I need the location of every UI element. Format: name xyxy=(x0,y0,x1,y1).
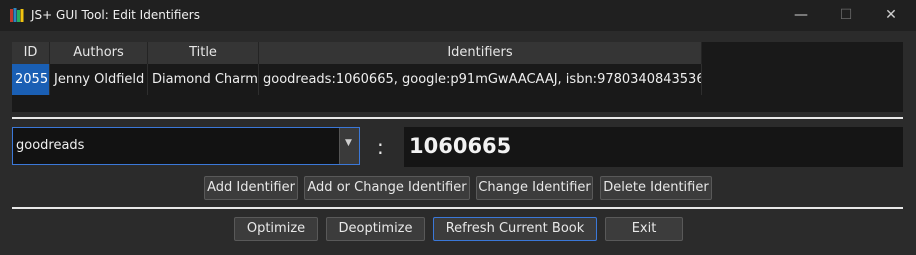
column-header-authors[interactable]: Authors xyxy=(50,42,148,64)
change-identifier-button[interactable]: Change Identifier xyxy=(476,176,593,200)
column-header-identifiers[interactable]: Identifiers xyxy=(259,42,702,64)
identifier-type-combobox[interactable]: goodreads ▼ xyxy=(12,127,360,165)
window-title: JS+ GUI Tool: Edit Identifiers xyxy=(31,8,200,22)
cell-id[interactable]: 2055 xyxy=(12,64,50,95)
chevron-down-icon: ▼ xyxy=(345,138,352,148)
divider-top xyxy=(12,117,903,119)
cell-identifiers[interactable]: goodreads:1060665, google:p91mGwAACAAJ, … xyxy=(259,64,702,95)
add-identifier-button[interactable]: Add Identifier xyxy=(204,176,298,200)
refresh-current-book-button[interactable]: Refresh Current Book xyxy=(433,217,597,241)
table-row[interactable]: 2055 Jenny Oldfield Diamond Charm goodre… xyxy=(12,64,702,95)
combobox-dropdown-button[interactable]: ▼ xyxy=(339,128,359,164)
title-bar: JS+ GUI Tool: Edit Identifiers — ☐ ✕ xyxy=(0,0,916,31)
delete-identifier-button[interactable]: Delete Identifier xyxy=(600,176,712,200)
deoptimize-button[interactable]: Deoptimize xyxy=(326,217,425,241)
bookshelf-icon xyxy=(10,8,24,22)
exit-button[interactable]: Exit xyxy=(605,217,683,241)
cell-title[interactable]: Diamond Charm xyxy=(148,64,259,95)
close-button[interactable]: ✕ xyxy=(876,5,906,25)
identifier-type-value[interactable]: goodreads xyxy=(16,138,84,153)
maximize-button[interactable]: ☐ xyxy=(831,5,861,25)
column-header-id[interactable]: ID xyxy=(12,42,50,64)
minimize-button[interactable]: — xyxy=(786,5,816,25)
column-header-title[interactable]: Title xyxy=(148,42,259,64)
identifier-value-text[interactable]: 1060665 xyxy=(409,134,511,158)
identifier-value-field[interactable]: 1060665 xyxy=(404,127,903,167)
add-or-change-identifier-button[interactable]: Add or Change Identifier xyxy=(304,176,470,200)
book-table[interactable]: ID Authors Title Identifiers 2055 Jenny … xyxy=(12,42,903,112)
cell-authors[interactable]: Jenny Oldfield xyxy=(50,64,148,95)
separator-colon: : xyxy=(377,135,384,159)
optimize-button[interactable]: Optimize xyxy=(234,217,318,241)
table-header: ID Authors Title Identifiers xyxy=(12,42,702,64)
divider-bottom xyxy=(12,207,903,209)
